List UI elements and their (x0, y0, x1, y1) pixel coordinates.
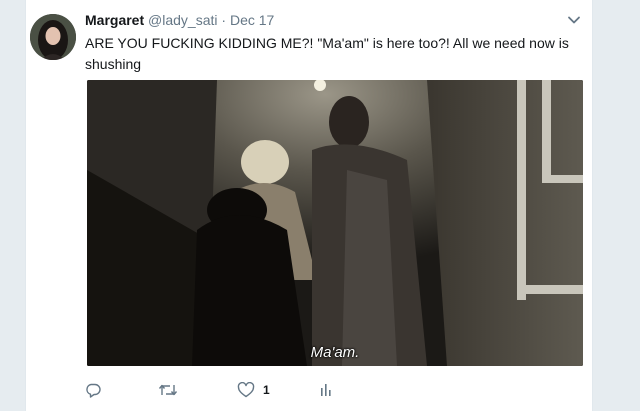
tweet-actions: 1 (85, 378, 385, 402)
like-button[interactable]: 1 (237, 378, 270, 402)
reply-button[interactable] (85, 378, 101, 402)
tweet-card: Margaret @lady_sati · Dec 17 ARE YOU FUC… (25, 0, 593, 411)
tweet-date[interactable]: Dec 17 (230, 12, 274, 28)
tweet-media[interactable]: Ma'am. (87, 80, 583, 366)
heart-icon (237, 382, 255, 398)
reply-icon (85, 382, 101, 398)
author-handle[interactable]: @lady_sati (148, 12, 217, 28)
meta-separator: · (221, 12, 227, 28)
like-count: 1 (263, 383, 270, 397)
analytics-button[interactable] (319, 378, 333, 402)
chevron-down-icon[interactable] (567, 13, 581, 27)
retweet-icon (158, 382, 178, 398)
avatar[interactable] (30, 14, 76, 60)
tweet-header: Margaret @lady_sati · Dec 17 (85, 12, 274, 28)
media-subtitle: Ma'am. (310, 344, 360, 361)
media-image (87, 80, 583, 366)
retweet-button[interactable] (158, 378, 178, 402)
tweet-text: ARE YOU FUCKING KIDDING ME?! "Ma'am" is … (85, 35, 569, 72)
analytics-icon (319, 382, 333, 398)
author-name[interactable]: Margaret (85, 12, 144, 28)
